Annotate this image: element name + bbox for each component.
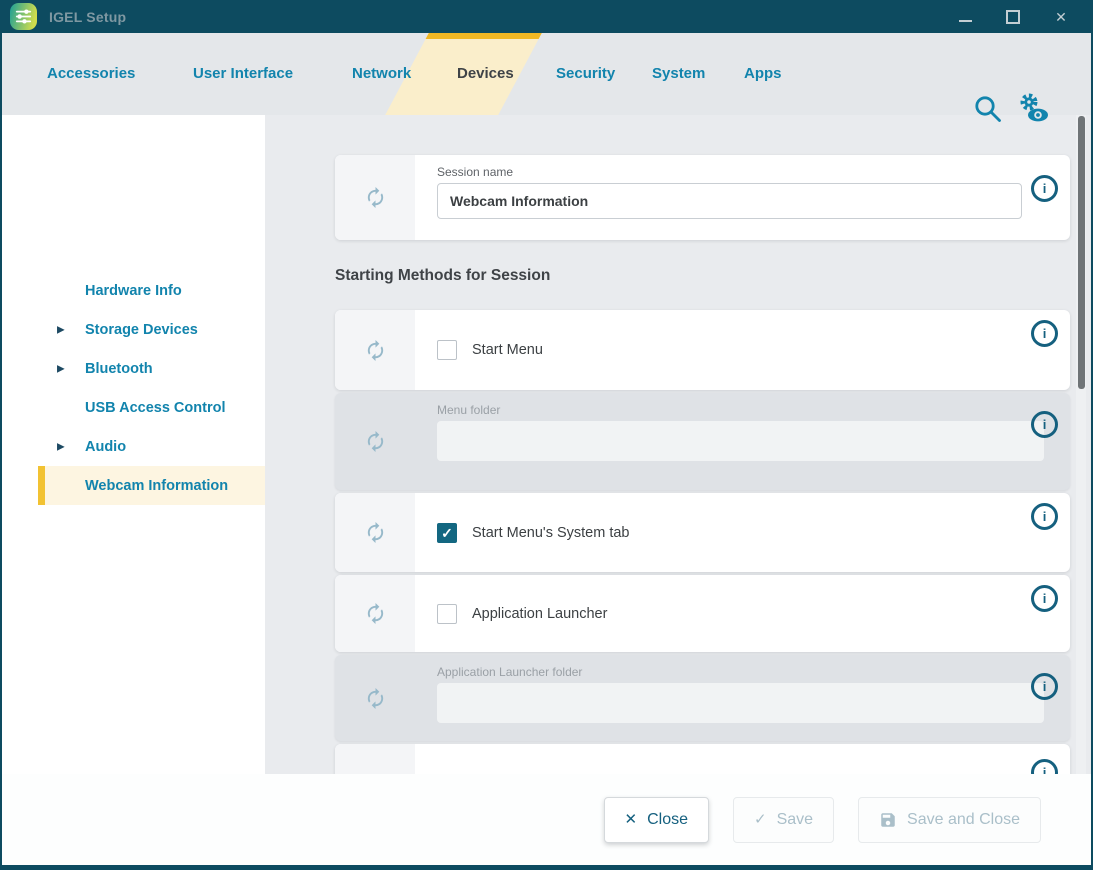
expand-arrow-icon[interactable]: ▶ bbox=[57, 363, 65, 374]
start-menu-checkbox[interactable]: ✓ bbox=[437, 340, 457, 360]
parameter-strip bbox=[335, 575, 415, 652]
scrollbar-thumb[interactable] bbox=[1078, 116, 1085, 389]
titlebar: IGEL Setup ✕ bbox=[0, 0, 1093, 33]
tab-accessories[interactable]: Accessories bbox=[47, 33, 135, 115]
application-launcher-folder-input bbox=[437, 683, 1044, 723]
sidebar-item-label: Storage Devices bbox=[85, 322, 198, 338]
check-icon: ✓ bbox=[754, 812, 767, 827]
start-menu-system-tab-card: ✓ Start Menu's System tab i bbox=[335, 493, 1070, 572]
session-name-card: Session name i bbox=[335, 155, 1070, 240]
sidebar-item-label: Audio bbox=[85, 439, 126, 455]
setup-settings-eye-icon[interactable] bbox=[1016, 91, 1054, 127]
sidebar: Hardware Info ▶ Storage Devices ▶ Blueto… bbox=[2, 115, 265, 774]
close-window-icon: ✕ bbox=[1055, 10, 1067, 24]
sidebar-item-label: Hardware Info bbox=[85, 283, 182, 299]
info-icon[interactable]: i bbox=[1031, 503, 1058, 530]
sidebar-item-audio[interactable]: ▶ Audio bbox=[2, 427, 265, 466]
maximize-button[interactable] bbox=[1005, 9, 1021, 25]
refresh-icon[interactable] bbox=[364, 687, 387, 710]
expand-arrow-icon[interactable]: ▶ bbox=[57, 441, 65, 452]
application-launcher-checkbox[interactable]: ✓ bbox=[437, 604, 457, 624]
section-heading: Starting Methods for Session bbox=[335, 267, 550, 285]
checkmark-icon: ✓ bbox=[441, 526, 453, 540]
igel-app-icon bbox=[10, 3, 37, 30]
footer-bar: ✕ Close ✓ Save Save and Close bbox=[2, 774, 1091, 865]
save-and-close-button-label: Save and Close bbox=[907, 811, 1020, 829]
expand-arrow-icon[interactable]: ▶ bbox=[57, 324, 65, 335]
tab-security[interactable]: Security bbox=[556, 33, 615, 115]
minimize-button[interactable] bbox=[957, 9, 973, 25]
close-button-label: Close bbox=[647, 811, 688, 829]
save-floppy-icon bbox=[879, 811, 897, 829]
sidebar-item-label: Webcam Information bbox=[85, 478, 228, 494]
info-icon[interactable]: i bbox=[1031, 320, 1058, 347]
info-icon[interactable]: i bbox=[1031, 411, 1058, 438]
window-controls: ✕ bbox=[957, 9, 1069, 25]
refresh-icon[interactable] bbox=[364, 339, 387, 362]
sidebar-item-usb-access-control[interactable]: USB Access Control bbox=[2, 388, 265, 427]
parameter-strip bbox=[335, 744, 415, 774]
tab-system[interactable]: System bbox=[652, 33, 705, 115]
close-window-button[interactable]: ✕ bbox=[1053, 9, 1069, 25]
application-launcher-card: ✓ Application Launcher i bbox=[335, 575, 1070, 652]
parameter-strip bbox=[335, 393, 415, 490]
tab-bar: Accessories User Interface Network Devic… bbox=[0, 33, 1093, 115]
info-icon[interactable]: i bbox=[1031, 175, 1058, 202]
refresh-icon[interactable] bbox=[364, 186, 387, 209]
session-name-label: Session name bbox=[437, 165, 513, 179]
close-icon: ✕ bbox=[625, 812, 638, 827]
sidebar-item-storage-devices[interactable]: ▶ Storage Devices bbox=[2, 310, 265, 349]
search-icon[interactable] bbox=[972, 93, 1005, 126]
tab-network[interactable]: Network bbox=[352, 33, 411, 115]
sidebar-item-bluetooth[interactable]: ▶ Bluetooth bbox=[2, 349, 265, 388]
tab-apps[interactable]: Apps bbox=[744, 33, 782, 115]
save-button[interactable]: ✓ Save bbox=[733, 797, 834, 843]
parameter-strip bbox=[335, 310, 415, 390]
sidebar-item-label: USB Access Control bbox=[85, 400, 225, 416]
sidebar-item-webcam-information[interactable]: Webcam Information bbox=[38, 466, 265, 505]
sidebar-item-hardware-info[interactable]: Hardware Info bbox=[2, 271, 265, 310]
save-and-close-button[interactable]: Save and Close bbox=[858, 797, 1041, 843]
window-title: IGEL Setup bbox=[49, 9, 126, 25]
minimize-icon bbox=[959, 20, 972, 22]
tab-devices[interactable]: Devices bbox=[457, 33, 514, 115]
refresh-icon[interactable] bbox=[364, 602, 387, 625]
application-launcher-folder-label: Application Launcher folder bbox=[437, 665, 582, 679]
refresh-icon[interactable] bbox=[364, 430, 387, 453]
menu-folder-label: Menu folder bbox=[437, 403, 500, 417]
close-button[interactable]: ✕ Close bbox=[604, 797, 709, 843]
parameter-strip bbox=[335, 155, 415, 240]
refresh-icon[interactable] bbox=[364, 521, 387, 544]
save-button-label: Save bbox=[777, 811, 813, 829]
info-icon[interactable]: i bbox=[1031, 585, 1058, 612]
parameter-strip bbox=[335, 655, 415, 741]
session-name-input[interactable] bbox=[437, 183, 1022, 219]
maximize-icon bbox=[1006, 10, 1020, 24]
checkbox-label: Application Launcher bbox=[472, 606, 607, 622]
window-border-left bbox=[0, 33, 2, 870]
tab-user-interface[interactable]: User Interface bbox=[193, 33, 293, 115]
checkbox-label: Start Menu's System tab bbox=[472, 525, 630, 541]
igel-setup-window: IGEL Setup ✕ Accessories User Interface … bbox=[0, 0, 1093, 870]
partial-card: i bbox=[335, 744, 1070, 774]
start-menu-system-tab-checkbox[interactable]: ✓ bbox=[437, 523, 457, 543]
info-icon[interactable]: i bbox=[1031, 759, 1058, 774]
sidebar-item-label: Bluetooth bbox=[85, 361, 153, 377]
menu-folder-input bbox=[437, 421, 1044, 461]
parameter-strip bbox=[335, 493, 415, 572]
selected-item-bar bbox=[38, 466, 45, 505]
window-border-bottom bbox=[0, 865, 1093, 870]
checkbox-label: Start Menu bbox=[472, 342, 543, 358]
info-icon[interactable]: i bbox=[1031, 673, 1058, 700]
content-panel: Session name i Starting Methods for Sess… bbox=[265, 115, 1091, 774]
start-menu-card: ✓ Start Menu i bbox=[335, 310, 1070, 390]
menu-folder-card: Menu folder i bbox=[335, 393, 1070, 490]
application-launcher-folder-card: Application Launcher folder i bbox=[335, 655, 1070, 741]
